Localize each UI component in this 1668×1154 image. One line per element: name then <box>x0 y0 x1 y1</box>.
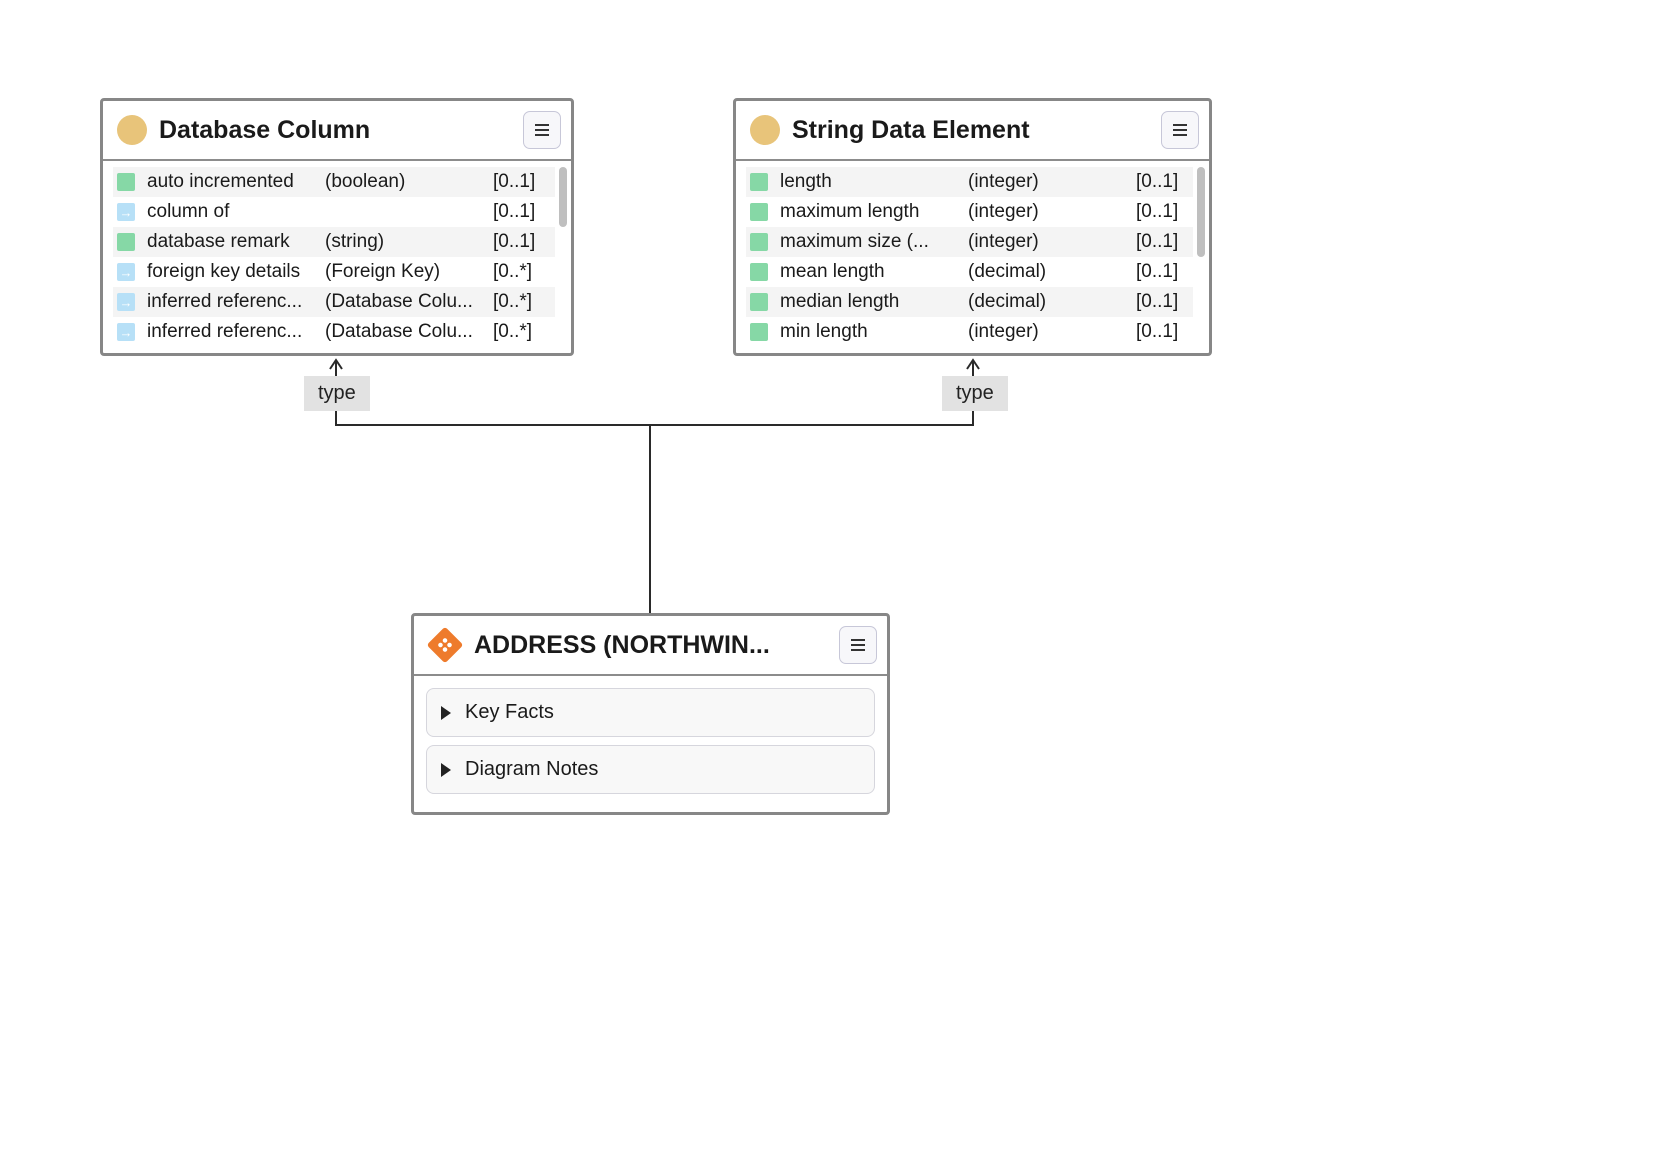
attribute-row[interactable]: auto incremented(boolean)[0..1] <box>113 167 555 197</box>
section-diagram-notes[interactable]: Diagram Notes <box>426 745 875 794</box>
node-sections: Key Facts Diagram Notes <box>414 676 887 812</box>
attribute-square-icon <box>117 233 135 251</box>
attribute-row[interactable]: database remark(string)[0..1] <box>113 227 555 257</box>
attribute-cardinality: [0..1] <box>1136 291 1190 313</box>
node-body: length(integer)[0..1]maximum length(inte… <box>736 161 1209 353</box>
attribute-type: (Foreign Key) <box>325 261 493 283</box>
attribute-square-icon <box>117 173 135 191</box>
attribute-name: maximum length <box>780 201 968 223</box>
node-header: Database Column <box>103 101 571 161</box>
attribute-cardinality: [0..1] <box>493 171 547 193</box>
attribute-name: mean length <box>780 261 968 283</box>
attribute-cardinality: [0..1] <box>1136 171 1190 193</box>
attribute-row[interactable]: maximum size (...(integer)[0..1] <box>746 227 1193 257</box>
hamburger-icon <box>533 121 551 139</box>
node-header: ADDRESS (NORTHWIN... <box>414 616 887 676</box>
relation-arrow-icon <box>117 203 135 221</box>
attribute-name: database remark <box>147 231 325 253</box>
attribute-name: maximum size (... <box>780 231 968 253</box>
attribute-square-icon <box>750 233 768 251</box>
section-key-facts[interactable]: Key Facts <box>426 688 875 737</box>
attribute-square-icon <box>750 203 768 221</box>
section-label: Diagram Notes <box>465 758 598 781</box>
attribute-name: length <box>780 171 968 193</box>
section-label: Key Facts <box>465 701 554 724</box>
edge-label-left: type <box>304 376 370 411</box>
scrollbar-thumb[interactable] <box>559 167 567 227</box>
attribute-cardinality: [0..1] <box>1136 321 1190 343</box>
attribute-name: inferred referenc... <box>147 291 325 313</box>
attribute-row[interactable]: mean length(decimal)[0..1] <box>746 257 1193 287</box>
attribute-type: (Database Colu... <box>325 291 493 313</box>
node-string-data-element[interactable]: String Data Element length(integer)[0..1… <box>733 98 1212 356</box>
node-title: Database Column <box>159 116 511 145</box>
attribute-type: (string) <box>325 231 493 253</box>
attribute-type: (integer) <box>968 171 1136 193</box>
node-title: ADDRESS (NORTHWIN... <box>474 631 827 660</box>
attribute-type: (boolean) <box>325 171 493 193</box>
attribute-cardinality: [0..*] <box>493 291 547 313</box>
relation-arrow-icon <box>117 263 135 281</box>
attribute-row[interactable]: inferred referenc...(Database Colu...[0.… <box>113 287 555 317</box>
attribute-name: min length <box>780 321 968 343</box>
attribute-type: (Database Colu... <box>325 321 493 343</box>
attribute-name: inferred referenc... <box>147 321 325 343</box>
instance-diamond-icon <box>427 627 464 664</box>
attribute-cardinality: [0..1] <box>1136 201 1190 223</box>
attribute-cardinality: [0..1] <box>493 201 547 223</box>
attribute-row[interactable]: inferred referenc...(Database Colu...[0.… <box>113 317 555 347</box>
attribute-row[interactable]: column of [0..1] <box>113 197 555 227</box>
attribute-name: median length <box>780 291 968 313</box>
attribute-name: auto incremented <box>147 171 325 193</box>
attribute-row[interactable]: foreign key details(Foreign Key)[0..*] <box>113 257 555 287</box>
attribute-square-icon <box>750 323 768 341</box>
relation-arrow-icon <box>117 323 135 341</box>
attribute-name: foreign key details <box>147 261 325 283</box>
attribute-type: (integer) <box>968 231 1136 253</box>
expand-triangle-icon <box>441 706 451 720</box>
attribute-type: (integer) <box>968 201 1136 223</box>
attribute-type: (decimal) <box>968 291 1136 313</box>
attribute-cardinality: [0..1] <box>1136 261 1190 283</box>
attribute-square-icon <box>750 293 768 311</box>
node-header: String Data Element <box>736 101 1209 161</box>
attribute-square-icon <box>750 173 768 191</box>
node-database-column[interactable]: Database Column auto incremented(boolean… <box>100 98 574 356</box>
attribute-row[interactable]: length(integer)[0..1] <box>746 167 1193 197</box>
hamburger-icon <box>1171 121 1189 139</box>
attribute-cardinality: [0..*] <box>493 261 547 283</box>
scrollbar-thumb[interactable] <box>1197 167 1205 257</box>
attribute-row[interactable]: maximum length(integer)[0..1] <box>746 197 1193 227</box>
node-menu-button[interactable] <box>1161 111 1199 149</box>
node-body: auto incremented(boolean)[0..1]column of… <box>103 161 571 353</box>
node-menu-button[interactable] <box>839 626 877 664</box>
relation-arrow-icon <box>117 293 135 311</box>
attribute-type: (integer) <box>968 321 1136 343</box>
attribute-cardinality: [0..*] <box>493 321 547 343</box>
attribute-square-icon <box>750 263 768 281</box>
node-title: String Data Element <box>792 116 1149 145</box>
edge-label-right: type <box>942 376 1008 411</box>
hamburger-icon <box>849 636 867 654</box>
attribute-cardinality: [0..1] <box>1136 231 1190 253</box>
class-dot-icon <box>750 115 780 145</box>
node-menu-button[interactable] <box>523 111 561 149</box>
attribute-name: column of <box>147 201 325 223</box>
attribute-row[interactable]: median length(decimal)[0..1] <box>746 287 1193 317</box>
class-dot-icon <box>117 115 147 145</box>
attribute-row[interactable]: min length(integer)[0..1] <box>746 317 1193 347</box>
node-address[interactable]: ADDRESS (NORTHWIN... Key Facts Diagram N… <box>411 613 890 815</box>
attribute-cardinality: [0..1] <box>493 231 547 253</box>
attribute-type: (decimal) <box>968 261 1136 283</box>
expand-triangle-icon <box>441 763 451 777</box>
